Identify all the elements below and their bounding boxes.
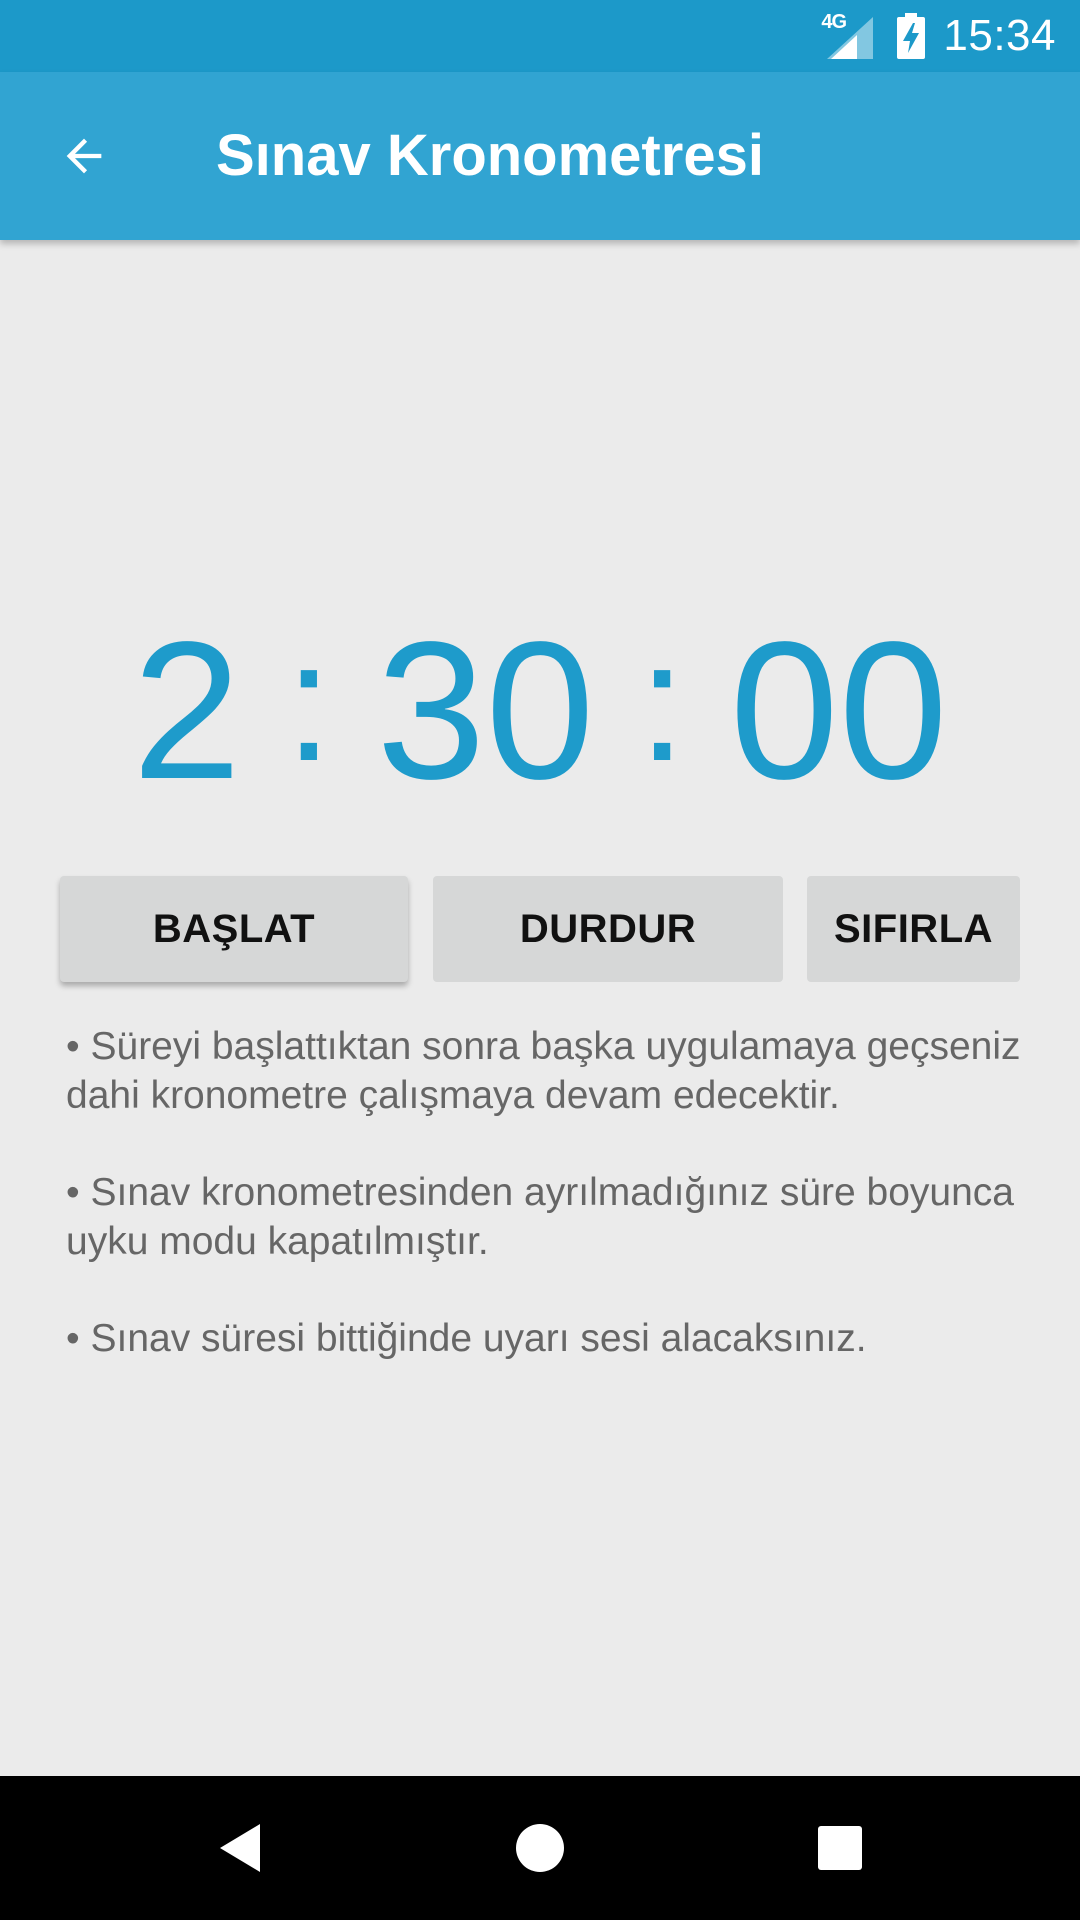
- nav-recents-icon: [818, 1826, 862, 1870]
- screen: 4G 15:34 Sınav Kronometresi 2: 30: 00 …: [0, 0, 1080, 1920]
- timer-separator: :: [638, 607, 686, 797]
- nav-home-icon: [516, 1824, 564, 1872]
- nav-recents-button[interactable]: [770, 1776, 910, 1920]
- arrow-back-icon: [66, 138, 102, 174]
- nav-back-button[interactable]: [170, 1776, 310, 1920]
- nav-home-button[interactable]: [470, 1776, 610, 1920]
- signal-indicator: 4G: [821, 11, 879, 59]
- status-icons: 4G 15:34: [821, 0, 1056, 72]
- stop-button[interactable]: DURDUR: [433, 876, 783, 982]
- status-bar: 4G 15:34: [0, 0, 1080, 72]
- battery-charging-icon: [897, 13, 926, 59]
- reset-button[interactable]: SIFIRLA: [807, 876, 1020, 982]
- signal-icon: [827, 17, 874, 59]
- app-bar: Sınav Kronometresi: [0, 72, 1080, 240]
- back-button[interactable]: [44, 116, 124, 196]
- status-clock: 15:34: [943, 11, 1056, 60]
- note-text: • Sınav süresi bittiğinde uyarı sesi ala…: [66, 1317, 867, 1360]
- timer-seconds: 00: [729, 600, 948, 820]
- note-text: • Süreyi başlattıktan sonra başka uygula…: [66, 1025, 1021, 1117]
- timer-separator: :: [285, 607, 333, 797]
- start-button[interactable]: BAŞLAT: [60, 876, 408, 982]
- note-text: • Sınav kronometresinden ayrılmadığınız …: [66, 1171, 1014, 1263]
- system-nav-bar: [0, 1776, 1080, 1920]
- page-title: Sınav Kronometresi: [216, 123, 764, 188]
- timer-minutes: 30: [376, 600, 595, 820]
- control-buttons: BAŞLAT DURDUR SIFIRLA: [60, 876, 1020, 982]
- info-notes: • Süreyi başlattıktan sonra başka uygula…: [66, 1022, 1026, 1411]
- timer-hours: 2: [132, 600, 242, 820]
- nav-back-icon: [220, 1824, 260, 1872]
- timer-display: 2 : 30 : 00: [0, 600, 1080, 820]
